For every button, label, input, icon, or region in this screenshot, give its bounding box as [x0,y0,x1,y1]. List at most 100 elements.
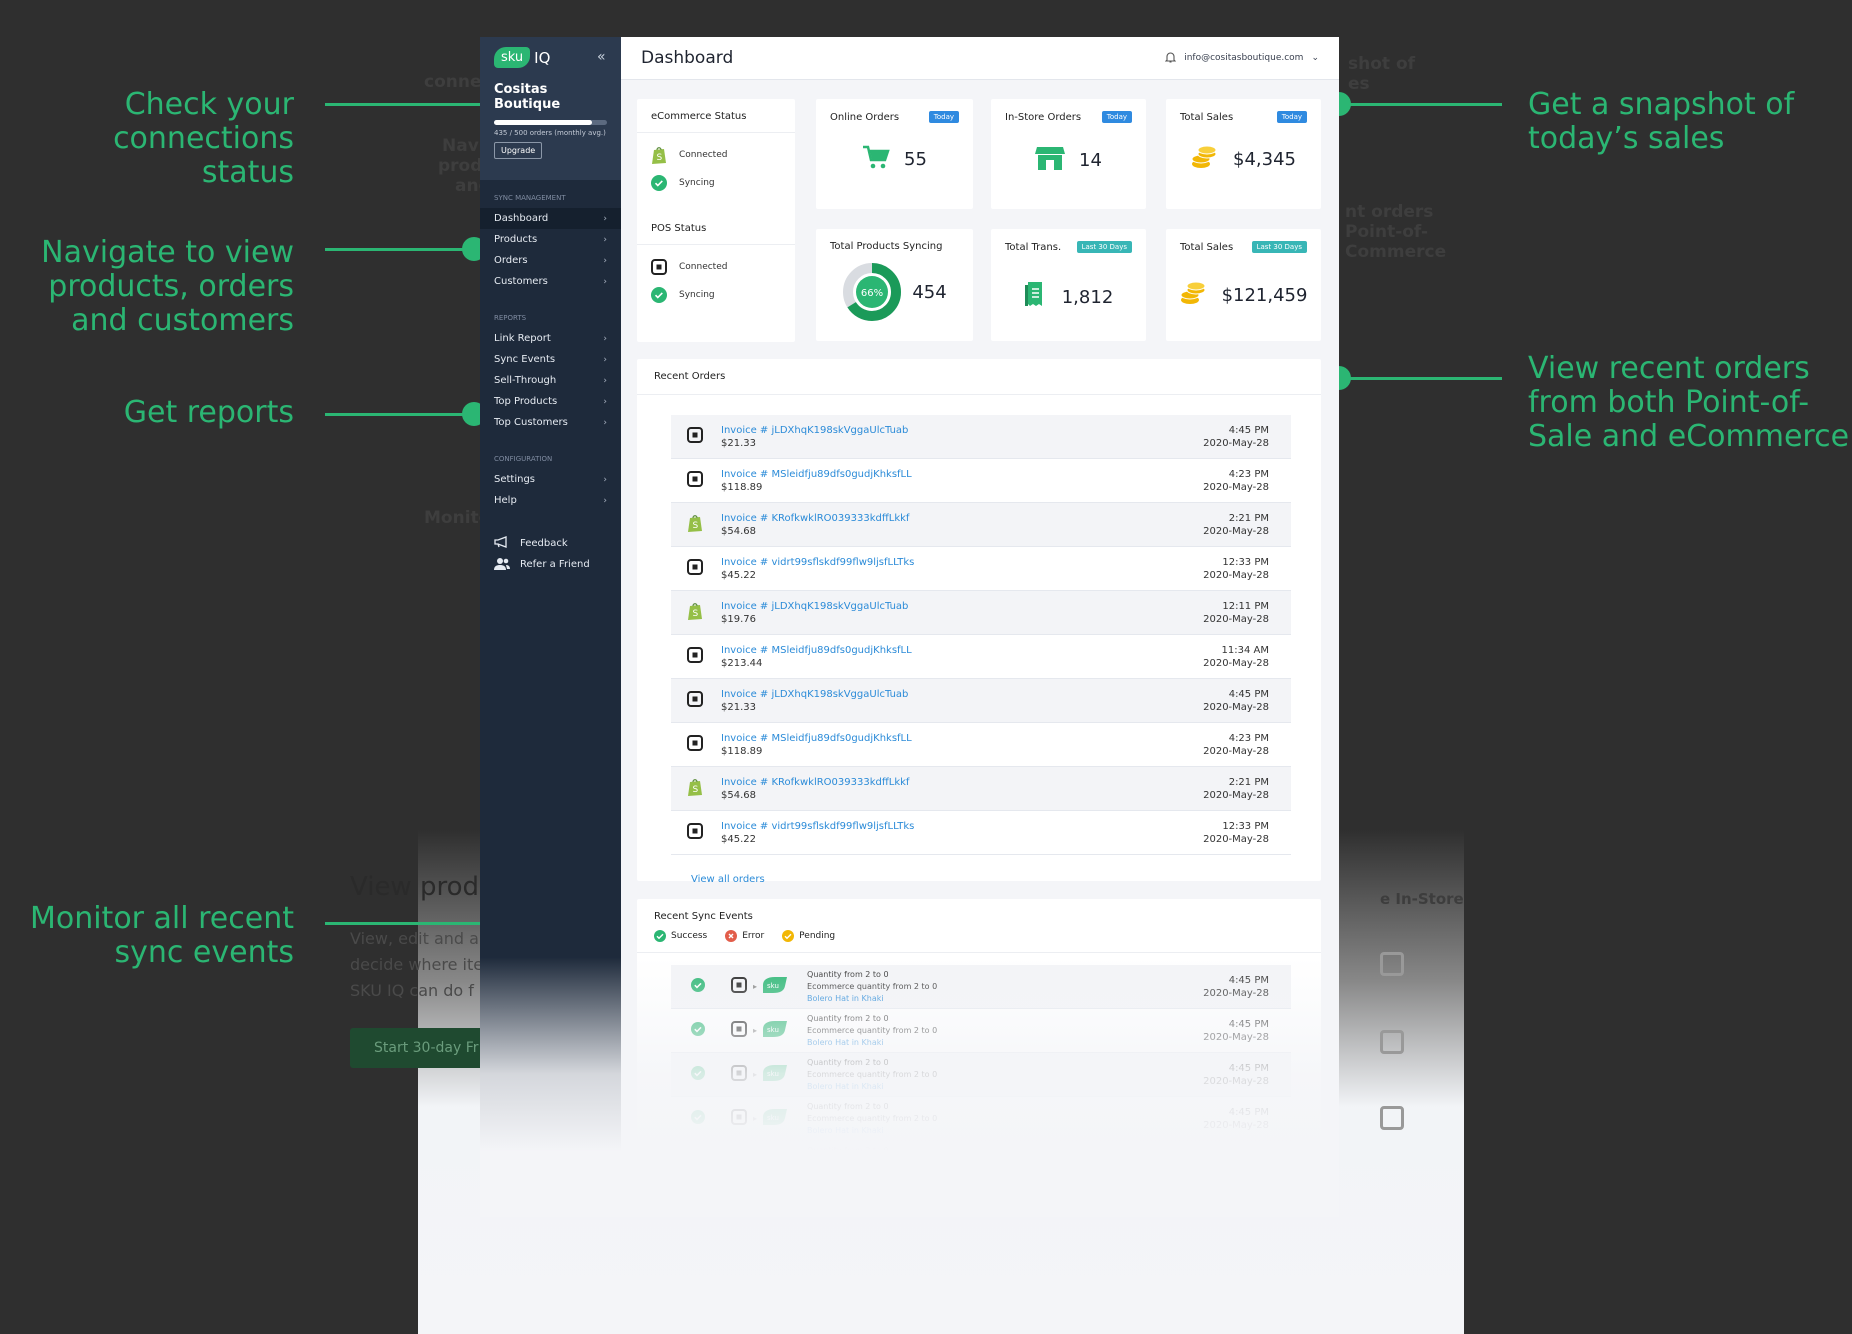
order-time: 4:23 PM [1228,468,1269,480]
order-time: 12:33 PM [1222,820,1269,832]
invoice-link[interactable]: Invoice # vidrt99sflskdf99flw9ljsfLLTks [721,821,1203,832]
invoice-link[interactable]: Invoice # MSleidfju89dfs0gudjKhksfLL [721,469,1203,480]
sync-nav: Dashboard › Products › Orders › Customers › [480,208,621,292]
ecommerce-status-title: eCommerce Status [651,111,747,122]
invoice-link[interactable]: Invoice # KRofkwklRO039333kdffLkkf [721,513,1203,524]
invoice-link[interactable]: Invoice # MSleidfju89dfs0gudjKhksfLL [721,645,1203,656]
upgrade-button[interactable]: Upgrade [494,142,543,159]
ghost-text: shot of [1348,54,1416,74]
annotation-line [1340,103,1502,106]
square-pos-icon [687,822,703,839]
sidebar-item-top-products[interactable]: Top Products › [480,391,621,412]
recent-orders-title: Recent Orders [654,371,726,382]
view-all-orders-link[interactable]: View all orders [691,874,765,885]
sidebar-item-customers[interactable]: Customers › [480,271,621,292]
feedback-link[interactable]: Feedback [480,533,621,554]
sidebar-item-label: Sync Events [494,354,556,365]
sidebar-item-sync-events[interactable]: Sync Events › [480,349,621,370]
stat-row: $121,459 [1180,281,1307,309]
users-icon [494,557,510,573]
pos-status-title: POS Status [651,223,707,234]
order-date: 2020-May-28 [1203,481,1269,493]
badge-last-30-days: Last 30 Days [1076,241,1132,253]
sync-events-title: Recent Sync Events [654,911,753,922]
sidebar-item-products[interactable]: Products › [480,229,621,250]
shopify-icon: S [687,778,721,800]
svg-text:S: S [693,521,699,531]
invoice-link[interactable]: Invoice # MSleidfju89dfs0gudjKhksfLL [721,733,1203,744]
shopify-icon: S [688,514,702,532]
refer-friend-link[interactable]: Refer a Friend [480,554,621,575]
badge-today: Today [928,111,959,123]
invoice-link[interactable]: Invoice # KRofkwklRO039333kdffLkkf [721,777,1203,788]
section-label-reports: REPORTS [494,314,527,322]
annotation-line [325,413,473,416]
sidebar-item-label: Link Report [494,333,551,344]
sidebar-item-settings[interactable]: Settings › [480,469,621,490]
section-label-sync: SYNC MANAGEMENT [494,194,566,202]
table-row: S Invoice # KRofkwklRO039333kdffLkkf $54.6… [671,503,1291,547]
order-date: 2020-May-28 [1203,613,1269,625]
invoice-link[interactable]: Invoice # vidrt99sflskdf99flw9ljsfLLTks [721,557,1203,568]
invoice-link[interactable]: Invoice # jLDXhqK198skVggaUlcTuab [721,601,1203,612]
ghost-text: es [1348,74,1370,94]
legend-pending[interactable]: Pending [782,930,835,942]
connection-status-card: eCommerce Status S Connected Syncing POS… [637,99,795,342]
feedback-label: Feedback [520,538,568,549]
total-trans-card: Total Trans. Last 30 Days 1,812 [991,229,1146,341]
pos-connected: Connected [651,253,781,281]
sidebar-item-label: Top Products [494,396,558,407]
chevron-right-icon: › [603,495,607,506]
pos-icon [1380,1106,1404,1130]
sidebar-item-link-report[interactable]: Link Report › [480,328,621,349]
square-pos-icon [687,690,703,707]
sidebar-item-label: Dashboard [494,213,549,224]
ghost-button: Start 30-day Fr [350,1028,490,1068]
sidebar-item-dashboard[interactable]: Dashboard › [480,208,621,229]
order-amount: $45.22 [721,833,756,845]
megaphone-icon [494,536,510,551]
products-syncing-value: 454 [912,281,947,303]
sidebar-item-top-customers[interactable]: Top Customers › [480,412,621,433]
sidebar-item-help[interactable]: Help › [480,490,621,511]
order-amount: $21.33 [721,701,756,713]
section-label-config: CONFIGURATION [494,455,553,463]
shopify-icon: S [687,602,721,624]
bell-icon[interactable] [1164,51,1177,66]
chevron-down-icon: ⌄ [1311,53,1319,63]
sync-progress-donut: 66% [843,263,902,321]
order-date: 2020-May-28 [1203,789,1269,801]
total-sales-30-value: $121,459 [1221,284,1308,306]
sidebar-item-label: Customers [494,276,548,287]
logo-text: IQ [534,48,551,67]
ghost-text: nt orders [1345,202,1434,222]
sidebar-item-sell-through[interactable]: Sell-Through › [480,370,621,391]
coins-icon [1180,281,1208,309]
sidebar-item-label: Help [494,495,517,506]
invoice-link[interactable]: Invoice # jLDXhqK198skVggaUlcTuab [721,425,1203,436]
table-row: Invoice # vidrt99sflskdf99flw9ljsfLLTks $… [671,811,1291,855]
sidebar-item-orders[interactable]: Orders › [480,250,621,271]
logo: sku IQ [494,47,607,68]
legend-error[interactable]: Error [725,930,764,942]
page-title: Dashboard [641,48,734,68]
stat-row: 66% 454 [830,262,959,322]
order-date: 2020-May-28 [1203,745,1269,757]
chevron-right-icon: › [603,333,607,344]
user-menu[interactable]: info@cositasboutique.com ⌄ [1164,51,1319,66]
annotation-line [1340,377,1502,380]
order-time: 4:45 PM [1228,424,1269,436]
collapse-sidebar-icon[interactable]: « [597,49,606,65]
order-date: 2020-May-28 [1203,833,1269,845]
order-amount: $19.76 [721,613,756,625]
invoice-link[interactable]: Invoice # jLDXhqK198skVggaUlcTuab [721,689,1203,700]
badge-last-30-days: Last 30 Days [1251,241,1307,253]
online-orders-value: 55 [904,148,927,170]
check-circle-icon [651,175,667,191]
stat-row: $4,345 [1180,145,1307,173]
user-email: info@cositasboutique.com [1184,53,1304,63]
order-time: 4:45 PM [1228,688,1269,700]
online-orders-card: Online Orders Today 55 [816,99,973,209]
legend-success[interactable]: Success [654,930,707,942]
order-time: 12:33 PM [1222,556,1269,568]
